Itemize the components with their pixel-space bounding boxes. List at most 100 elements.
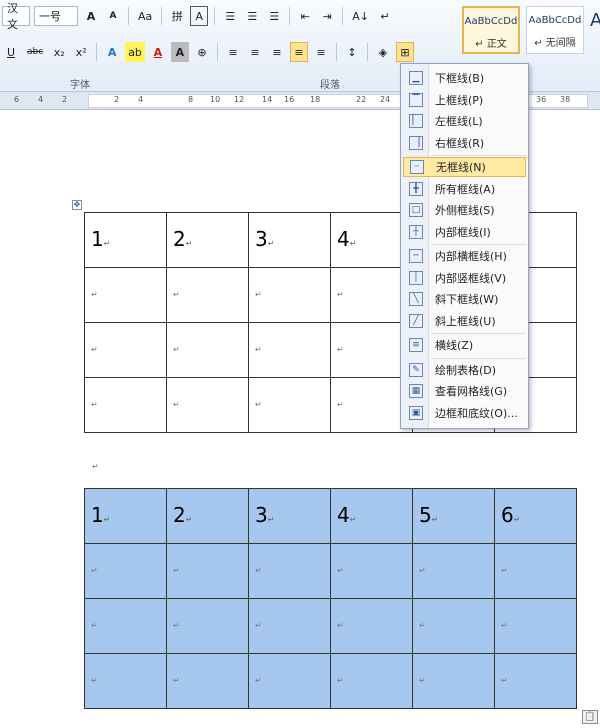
table-cell[interactable]: ↵ — [494, 598, 577, 654]
table-selected[interactable]: 1↵ 2↵ 3↵ 4↵ 5↵ 6↵ ↵ ↵ ↵ ↵ ↵ ↵ ↵ ↵ ↵ ↵ ↵ ↵ ↵ ↵ ↵ ↵ ↵ ↵ — [84, 488, 577, 709]
cell-end-mark: ↵ — [173, 345, 180, 354]
table-cell[interactable]: 4↵ — [330, 488, 413, 544]
menu-item-diagonal-down[interactable]: ╲ 斜下框线(W) — [403, 289, 526, 309]
table-cell[interactable]: ↵ — [248, 543, 331, 599]
table-cell[interactable]: ↵ — [494, 543, 577, 599]
table-cell[interactable]: ↵ — [84, 322, 167, 378]
increase-indent-button[interactable]: ⇥ — [318, 6, 336, 26]
style-no-spacing[interactable]: AaBbCcDd ↵ 无间隔 — [526, 6, 584, 54]
numbering-button[interactable]: ☰ — [243, 6, 261, 26]
table-cell[interactable]: 6↵ — [494, 488, 577, 544]
ruler-number: 2 — [114, 95, 120, 104]
table-move-handle-icon[interactable]: ✥ — [72, 200, 82, 210]
distributed-button[interactable]: ≡ — [312, 42, 330, 62]
line-spacing-button[interactable]: ↕ — [343, 42, 361, 62]
menu-item-view-gridlines[interactable]: ▦ 查看网格线(G) — [403, 381, 526, 401]
font-color-button[interactable]: A — [149, 42, 167, 62]
font-name-combo[interactable]: 汉文 — [2, 2, 30, 31]
sort-button[interactable]: A↓ — [349, 6, 372, 26]
ruler-number: 36 — [536, 95, 547, 104]
menu-item-border-right[interactable]: ▕ 右框线(R) — [403, 133, 526, 153]
table-cell[interactable]: ↵ — [330, 653, 413, 709]
cell-end-mark: ↵ — [255, 400, 262, 409]
show-marks-button[interactable]: ↵ — [376, 6, 394, 26]
table-cell[interactable]: ↵ — [248, 267, 331, 323]
menu-item-inside-borders[interactable]: ┼ 内部框线(I) — [403, 222, 526, 242]
menu-item-inside-vertical[interactable]: │ 内部竖框线(V) — [403, 268, 526, 288]
table-cell[interactable]: ↵ — [84, 267, 167, 323]
pinyin-button[interactable]: 拼 — [168, 6, 186, 26]
table-cell[interactable]: ↵ — [248, 322, 331, 378]
table-cell[interactable]: ↵ — [84, 598, 167, 654]
table-cell[interactable]: 1↵ — [84, 488, 167, 544]
table-cell[interactable]: ↵ — [166, 543, 249, 599]
table-cell[interactable]: 3↵ — [248, 488, 331, 544]
decrease-indent-button[interactable]: ⇤ — [296, 6, 314, 26]
table-cell[interactable]: 5↵ — [412, 488, 495, 544]
menu-item-no-border[interactable]: ┈ 无框线(N) — [403, 157, 526, 177]
table-cell[interactable]: 2↵ — [166, 212, 249, 268]
font-size-value: 一号 — [39, 10, 61, 23]
menu-item-border-top[interactable]: ▔ 上框线(P) — [403, 90, 526, 110]
char-shading-button[interactable]: A — [170, 42, 189, 62]
table-cell[interactable]: ↵ — [166, 322, 249, 378]
menu-item-horizontal-line[interactable]: ≡ 横线(Z) — [403, 335, 526, 355]
shading-button[interactable]: ◈ — [374, 42, 392, 62]
table-cell[interactable]: ↵ — [412, 653, 495, 709]
table-cell[interactable]: ↵ — [330, 543, 413, 599]
multilevel-list-button[interactable]: ☰ — [265, 6, 283, 26]
menu-item-border-bottom[interactable]: ▁ 下框线(B) — [403, 68, 526, 88]
justify-button[interactable]: ≡ — [289, 42, 308, 62]
char-border-button[interactable]: A — [190, 6, 209, 26]
align-right-button[interactable]: ≡ — [268, 42, 286, 62]
table-cell[interactable]: ↵ — [84, 377, 167, 433]
bullets-button[interactable]: ☰ — [221, 6, 239, 26]
cell-end-mark: ↵ — [419, 566, 426, 575]
subscript-button[interactable]: x₂ — [50, 42, 68, 62]
ribbon-row-2: U abc x₂ x² A ab A A ⊕ ≡ ≡ ≡ ≡ ≡ ↕ ◈ ⊞ — [2, 42, 414, 62]
table-cell[interactable]: ↵ — [84, 543, 167, 599]
table-cell[interactable]: ↵ — [166, 653, 249, 709]
align-left-button[interactable]: ≡ — [224, 42, 242, 62]
table-cell[interactable]: 2↵ — [166, 488, 249, 544]
table-cell[interactable]: ↵ — [412, 543, 495, 599]
menu-item-borders-shading[interactable]: ▣ 边框和底纹(O)... — [403, 403, 526, 423]
table-cell[interactable]: 3↵ — [248, 212, 331, 268]
paste-options-icon[interactable]: 📋 — [582, 710, 598, 724]
table-cell[interactable]: ↵ — [494, 653, 577, 709]
table-cell[interactable]: ↵ — [248, 377, 331, 433]
strikethrough-button[interactable]: abc — [24, 42, 46, 62]
table-cell[interactable]: 1↵ — [84, 212, 167, 268]
table-cell[interactable]: ↵ — [330, 598, 413, 654]
table-cell[interactable]: ↵ — [166, 377, 249, 433]
align-center-button[interactable]: ≡ — [246, 42, 264, 62]
text-effect-button[interactable]: A — [103, 42, 121, 62]
highlight-button[interactable]: ab — [125, 42, 145, 62]
table-cell[interactable]: ↵ — [412, 598, 495, 654]
superscript-button[interactable]: x² — [72, 42, 90, 62]
table-cell[interactable]: ↵ — [248, 653, 331, 709]
style-normal[interactable]: AaBbCcDd ↵ 正文 — [462, 6, 520, 54]
shrink-font-button[interactable]: A — [104, 6, 122, 26]
table-cell[interactable]: ↵ — [84, 653, 167, 709]
menu-item-diagonal-up[interactable]: ╱ 斜上框线(U) — [403, 311, 526, 331]
menu-item-all-borders[interactable]: ╋ 所有框线(A) — [403, 179, 526, 199]
table-row: 1↵2↵3↵4↵5↵6↵ — [84, 488, 577, 544]
table-cell[interactable]: ↵ — [166, 598, 249, 654]
cell-end-mark: ↵ — [419, 676, 426, 685]
grow-font-button[interactable]: A — [82, 6, 100, 26]
font-size-combo[interactable]: 一号 — [34, 6, 78, 26]
menu-item-inside-horizontal[interactable]: ─ 内部横框线(H) — [403, 246, 526, 266]
cell-end-mark: ↵ — [267, 239, 275, 248]
change-case-button[interactable]: Aa — [135, 6, 155, 26]
borders-button[interactable]: ⊞ — [395, 42, 414, 62]
enclose-char-button[interactable]: ⊕ — [193, 42, 211, 62]
multilevel-list-icon: ☰ — [269, 9, 280, 23]
table-cell[interactable]: ↵ — [248, 598, 331, 654]
style-heading[interactable]: A — [590, 6, 600, 54]
menu-item-outside-borders[interactable]: □ 外侧框线(S) — [403, 200, 526, 220]
underline-button[interactable]: U — [2, 42, 20, 62]
menu-item-draw-table[interactable]: ✎ 绘制表格(D) — [403, 360, 526, 380]
menu-item-border-left[interactable]: ▏ 左框线(L) — [403, 111, 526, 131]
table-cell[interactable]: ↵ — [166, 267, 249, 323]
